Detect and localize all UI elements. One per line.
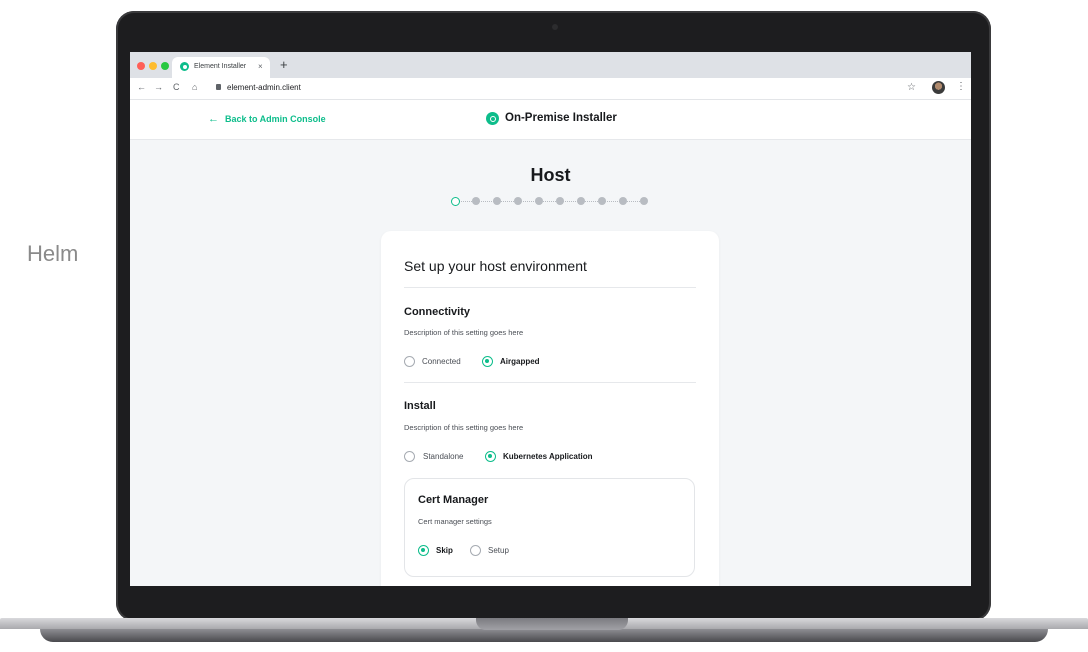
radio-standalone[interactable] [404, 451, 415, 462]
stepper-line [457, 201, 646, 202]
back-link-label: Back to Admin Console [225, 114, 326, 124]
close-window-icon[interactable] [137, 62, 145, 70]
element-favicon-icon [180, 62, 189, 71]
forward-icon[interactable]: → [154, 82, 163, 92]
radio-airgapped-label[interactable]: Airgapped [500, 357, 540, 366]
maximize-window-icon[interactable] [161, 62, 169, 70]
radio-airgapped[interactable] [482, 356, 493, 367]
camera-icon [552, 24, 558, 30]
step-10 [640, 197, 648, 205]
reload-icon[interactable]: C [173, 82, 180, 92]
step-8 [598, 197, 606, 205]
minimize-window-icon[interactable] [149, 62, 157, 70]
card-title: Set up your host environment [404, 258, 587, 274]
install-title: Install [404, 400, 436, 412]
lock-icon [216, 84, 221, 90]
step-5 [535, 197, 543, 205]
step-7 [577, 197, 585, 205]
step-title: Host [530, 165, 571, 185]
browser-tab[interactable]: Element Installer × [172, 57, 270, 78]
progress-stepper [451, 196, 651, 208]
cert-manager-title: Cert Manager [418, 494, 489, 506]
app-title: On-Premise Installer [505, 112, 617, 124]
tab-title: Element Installer [194, 63, 247, 70]
connectivity-title: Connectivity [404, 306, 471, 318]
helm-label: Helm [27, 241, 79, 266]
step-4 [514, 197, 522, 205]
install-description: Description of this setting goes here [404, 423, 524, 432]
step-3 [493, 197, 501, 205]
radio-kubernetes-application[interactable] [485, 451, 496, 462]
address-bar[interactable]: element-admin.client [227, 83, 301, 92]
radio-standalone-label[interactable]: Standalone [423, 452, 463, 461]
element-logo-icon [486, 112, 499, 125]
arrow-left-icon: ← [208, 113, 219, 125]
step-2 [472, 197, 480, 205]
connectivity-description: Description of this setting goes here [404, 328, 524, 337]
divider [404, 382, 696, 383]
tab-strip: Element Installer × + [130, 52, 971, 78]
radio-connected[interactable] [404, 356, 415, 367]
tab-close-icon[interactable]: × [258, 62, 263, 71]
back-icon[interactable]: ← [137, 82, 146, 92]
radio-skip[interactable] [418, 545, 429, 556]
back-to-admin-console-link[interactable]: ← Back to Admin Console [208, 113, 326, 125]
home-icon[interactable]: ⌂ [192, 82, 197, 92]
radio-setup[interactable] [470, 545, 481, 556]
cert-manager-description: Cert manager settings [418, 517, 492, 526]
base-notch [476, 618, 628, 630]
bookmark-star-icon[interactable]: ☆ [907, 82, 916, 93]
radio-setup-label[interactable]: Setup [488, 546, 509, 555]
host-setup-card: Set up your host environment Connectivit… [381, 231, 719, 586]
new-tab-button[interactable]: + [280, 58, 288, 71]
radio-skip-label[interactable]: Skip [436, 546, 453, 555]
radio-connected-label[interactable]: Connected [422, 357, 461, 366]
divider [404, 287, 696, 288]
app-header: ← Back to Admin Console On-Premise Instal… [130, 100, 971, 140]
profile-avatar[interactable] [932, 81, 945, 94]
step-6 [556, 197, 564, 205]
browser-window: Element Installer × + ← → C ⌂ element-ad… [130, 52, 971, 586]
base-bottom [40, 629, 1048, 642]
laptop-base [0, 618, 1088, 652]
cert-manager-panel: Cert Manager Cert manager settings Skip … [404, 478, 695, 577]
step-9 [619, 197, 627, 205]
browser-toolbar: ← → C ⌂ element-admin.client ☆ ⋮ [130, 78, 971, 100]
step-1[interactable] [451, 197, 460, 206]
browser-menu-icon[interactable]: ⋮ [956, 81, 966, 92]
radio-kubernetes-application-label[interactable]: Kubernetes Application [503, 452, 593, 461]
